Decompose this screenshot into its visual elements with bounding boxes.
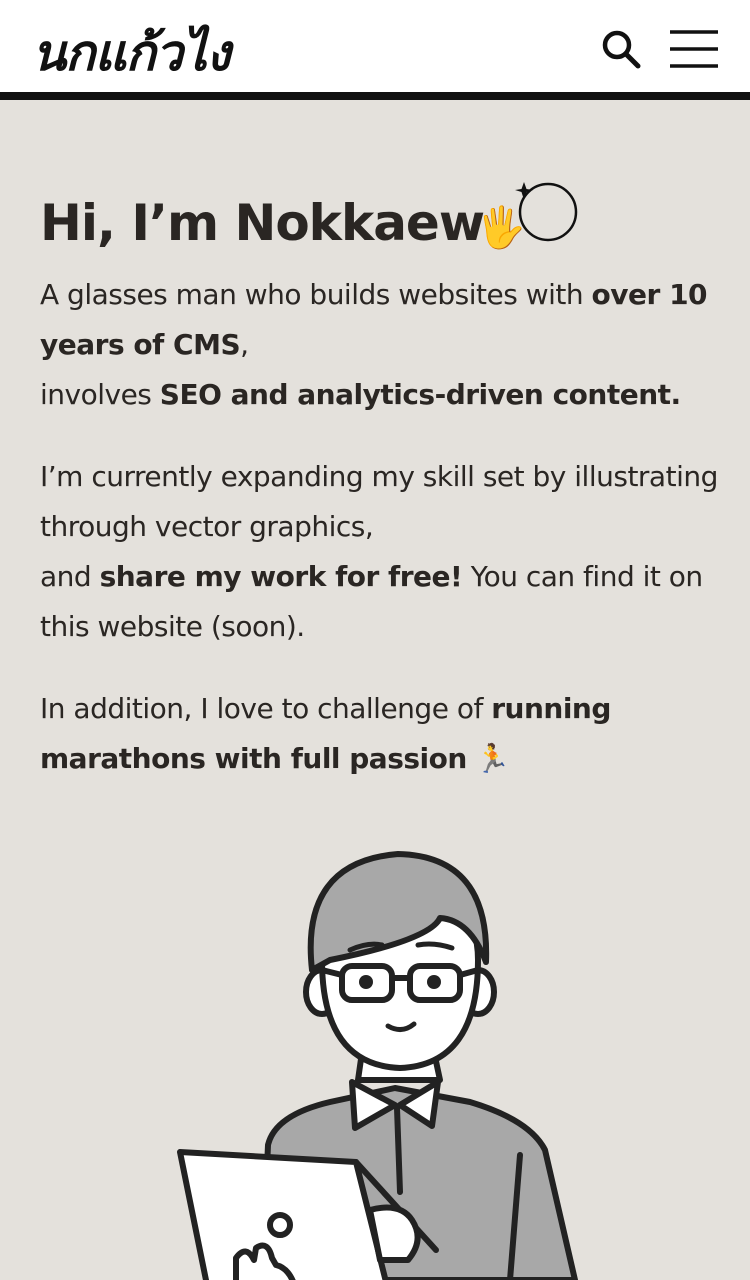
page-title: Hi, I’m Nokkaew bbox=[40, 194, 485, 252]
sparkle-circle-icon bbox=[515, 182, 578, 242]
para3-text-1: In addition, I love to challenge of bbox=[40, 692, 492, 725]
para2-bold-1: share my work for free! bbox=[99, 560, 463, 593]
para1-text-2: , bbox=[240, 328, 249, 361]
para2-text-1: I’m currently expanding my skill set by … bbox=[40, 460, 718, 543]
title-row: Hi, I’m Nokkaew 🖐 bbox=[40, 180, 720, 270]
site-header: นกแก้วไง bbox=[0, 0, 750, 100]
para2-text-2: and bbox=[40, 560, 100, 593]
menu-button[interactable] bbox=[668, 28, 720, 72]
intro-paragraph-2: I’m currently expanding my skill set by … bbox=[40, 452, 720, 652]
site-logo[interactable]: นกแก้วไง bbox=[32, 14, 231, 93]
intro-section: Hi, I’m Nokkaew 🖐 A glasses man who buil… bbox=[40, 180, 720, 816]
search-icon bbox=[602, 30, 641, 69]
search-button[interactable] bbox=[598, 26, 644, 72]
hamburger-menu-icon bbox=[670, 30, 718, 68]
para1-text-1: A glasses man who builds websites with bbox=[40, 278, 592, 311]
para1-bold-2: SEO and analytics-driven content. bbox=[159, 378, 681, 411]
para1-text-3: involves bbox=[40, 378, 160, 411]
runner-icon: 🏃 bbox=[466, 742, 510, 775]
intro-paragraph-1: A glasses man who builds websites with o… bbox=[40, 270, 720, 420]
developer-illustration bbox=[177, 851, 578, 1280]
intro-paragraph-3: In addition, I love to challenge of runn… bbox=[40, 684, 720, 784]
